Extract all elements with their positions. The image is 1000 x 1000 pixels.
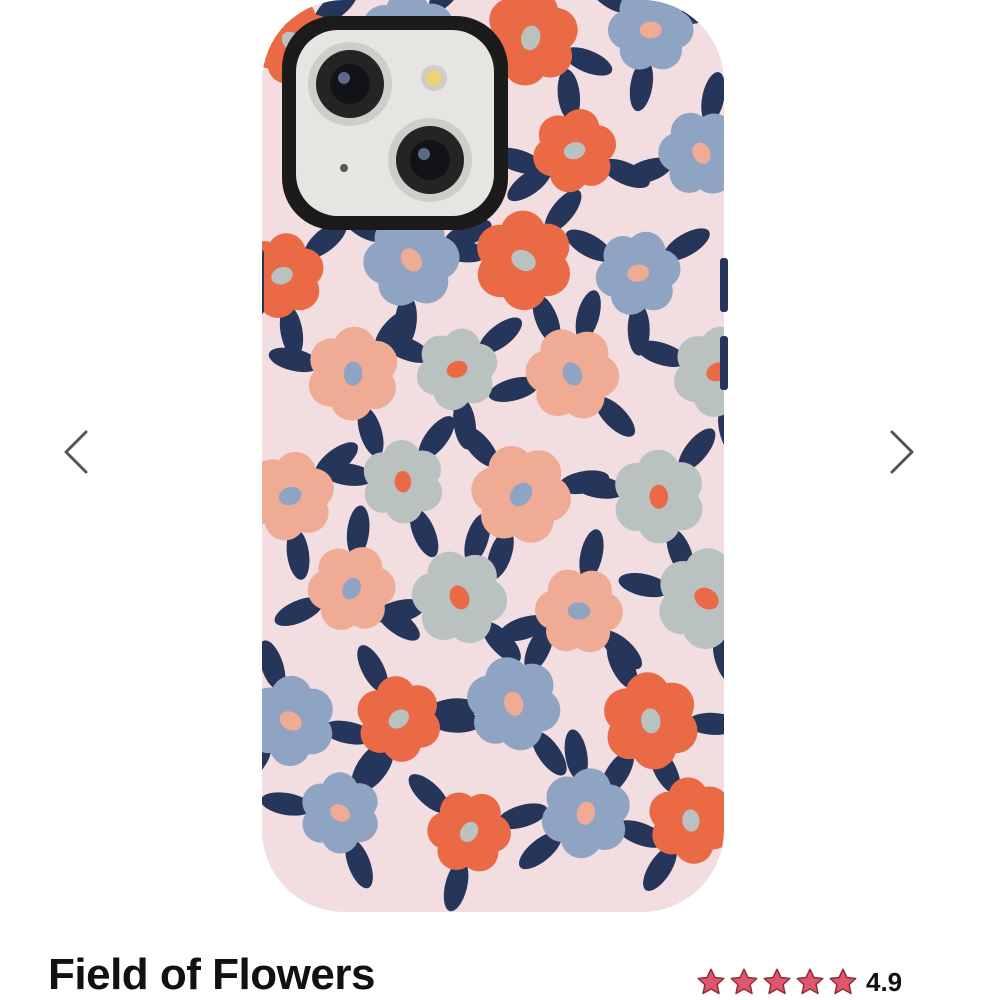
star-icon — [762, 967, 792, 997]
star-icon — [795, 967, 825, 997]
carousel-prev-button[interactable] — [56, 424, 96, 480]
side-button — [720, 336, 728, 390]
product-image — [262, 0, 728, 918]
product-page: Field of Flowers 4.9 — [0, 0, 1000, 1000]
star-icon — [729, 967, 759, 997]
chevron-left-icon — [62, 430, 90, 474]
side-button — [262, 250, 264, 314]
product-rating[interactable]: 4.9 — [696, 962, 902, 1000]
rating-stars — [696, 967, 858, 997]
pattern-leaf — [262, 6, 264, 35]
carousel-next-button[interactable] — [882, 424, 922, 480]
rating-value: 4.9 — [866, 966, 903, 997]
star-icon — [696, 967, 726, 997]
side-button — [720, 258, 728, 312]
pattern-leaf — [724, 525, 728, 578]
product-title: Field of Flowers — [48, 950, 375, 999]
star-icon — [828, 967, 858, 997]
chevron-right-icon — [888, 430, 916, 474]
camera-module — [282, 16, 508, 230]
